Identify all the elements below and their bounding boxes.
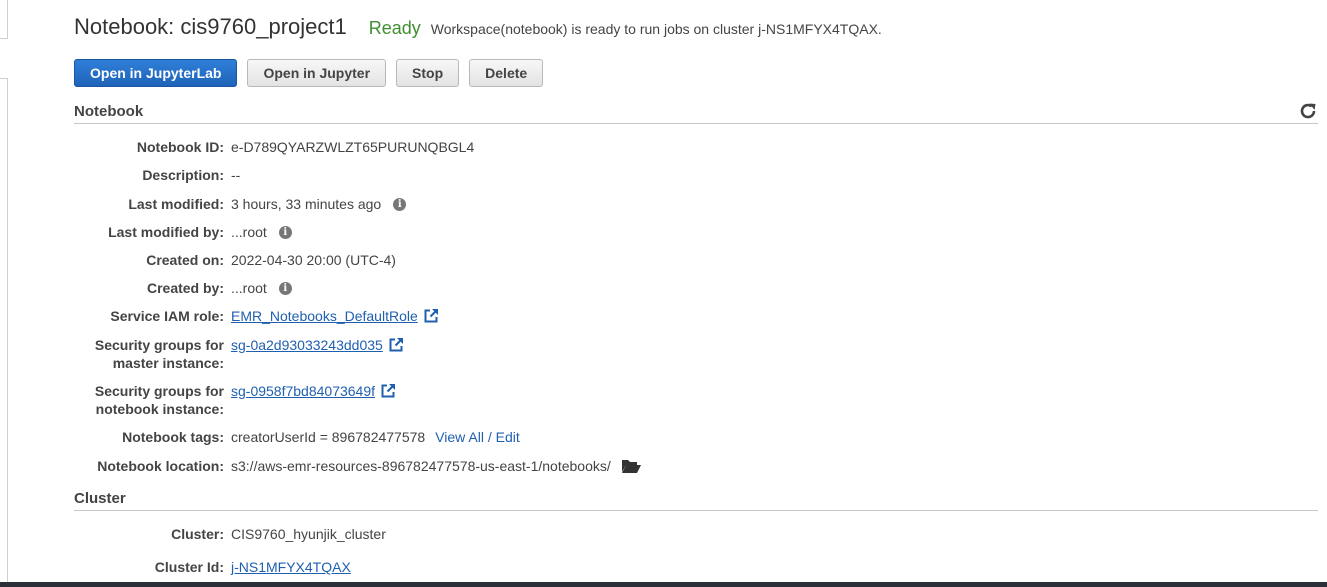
service-iam-role-label: Service IAM role: [110,308,224,324]
info-icon[interactable]: i [278,281,292,295]
open-in-jupyter-button[interactable]: Open in Jupyter [247,59,387,87]
last-modified-by-value: ...root [231,224,267,240]
view-all-edit-tags-link[interactable]: View All / Edit [435,428,520,446]
refresh-icon[interactable] [1298,101,1318,121]
open-in-jupyterlab-button[interactable]: Open in JupyterLab [74,59,238,87]
external-link-icon[interactable] [423,308,439,324]
bottom-bar [0,582,1327,587]
security-group-notebook-link[interactable]: sg-0958f7bd84073649f [231,382,375,400]
delete-button[interactable]: Delete [469,59,544,87]
notebook-location-value: s3://aws-emr-resources-896782477578-us-e… [231,458,611,474]
security-groups-master-label-line2: master instance: [112,355,224,371]
notebook-tags-label: Notebook tags: [122,429,224,445]
page-title: Notebook: cis9760_project1 [74,14,347,39]
security-groups-notebook-label: Security groups for notebook instance: [74,382,224,418]
status-message: Workspace(notebook) is ready to run jobs… [430,21,882,37]
notebook-id-label: Notebook ID: [136,139,224,155]
status-badge: Ready [368,18,421,38]
description-label: Description: [142,167,224,183]
cluster-value: CIS9760_hyunjik_cluster [231,526,386,542]
cluster-section-header: Cluster [74,490,1318,511]
security-groups-master-label-line1: Security groups for [94,337,224,353]
security-group-master-link[interactable]: sg-0a2d93033243dd035 [231,336,383,354]
folder-open-icon[interactable] [621,458,641,474]
service-iam-role-link[interactable]: EMR_Notebooks_DefaultRole [231,307,418,325]
created-by-label: Created by: [146,280,224,296]
last-modified-value: 3 hours, 33 minutes ago [231,196,382,212]
cluster-id-label: Cluster Id: [154,559,224,575]
notebook-section-header: Notebook [74,103,1318,124]
security-groups-master-label: Security groups for master instance: [74,336,224,372]
notebook-location-label: Notebook location: [97,458,224,474]
external-link-icon[interactable] [380,383,396,399]
last-modified-by-label: Last modified by: [108,224,224,240]
created-on-label: Created on: [146,252,224,268]
info-icon[interactable]: i [278,225,292,239]
created-on-value: 2022-04-30 20:00 (UTC-4) [231,252,396,268]
created-by-value: ...root [231,280,267,296]
info-icon[interactable]: i [393,197,407,211]
last-modified-label: Last modified: [128,196,224,212]
notebook-section-title: Notebook [74,103,144,120]
security-groups-notebook-label-line1: Security groups for [94,383,224,399]
cluster-id-link[interactable]: j-NS1MFYX4TQAX [231,558,351,576]
notebook-id-value: e-D789QYARZWLZT65PURUNQBGL4 [231,139,475,155]
left-rail-top-panel [0,0,8,39]
description-value: -- [231,167,241,183]
page-header: Notebook: cis9760_project1 Ready Workspa… [74,14,882,44]
security-groups-notebook-label-line2: notebook instance: [95,401,224,417]
notebook-tags-value: creatorUserId = 896782477578 [231,429,426,445]
cluster-label: Cluster: [171,526,224,542]
action-toolbar: Open in JupyterLab Open in Jupyter Stop … [74,59,544,87]
stop-button[interactable]: Stop [396,59,460,87]
left-rail-main-panel [0,78,8,584]
external-link-icon[interactable] [388,337,404,353]
left-rail [0,0,8,587]
cluster-section-title: Cluster [74,490,126,507]
